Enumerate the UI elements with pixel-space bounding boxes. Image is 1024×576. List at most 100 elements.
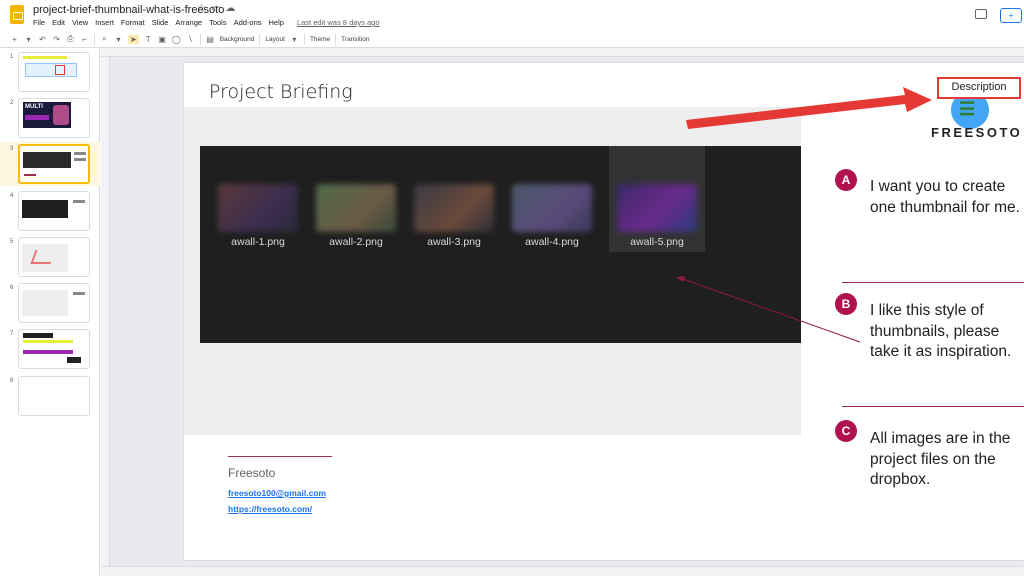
slide-preview[interactable] [18, 329, 90, 369]
slide-preview[interactable] [18, 52, 90, 92]
slide-thumbnail[interactable]: 4 [0, 189, 100, 233]
file-name: awall-1.png [231, 236, 285, 248]
menu-format[interactable]: Format [121, 18, 145, 27]
present-button[interactable]: + [1000, 8, 1022, 23]
slide-thumbnail[interactable]: 2 MULTI [0, 96, 100, 140]
last-edit-link[interactable]: Last edit was 8 days ago [297, 18, 380, 27]
slide-thumbnail[interactable]: 5 [0, 235, 100, 279]
slide-thumbnail[interactable]: 6 [0, 281, 100, 325]
select-cursor-icon[interactable]: ➤ [128, 34, 139, 44]
image-icon[interactable]: ▣ [158, 35, 167, 44]
add-comment-icon[interactable]: ▤ [206, 35, 215, 44]
slide2-word: MULTI [25, 104, 43, 110]
document-title[interactable]: project-brief-thumbnail-what-is-freesoto [33, 4, 224, 16]
zoom-icon[interactable]: ⌕ [100, 34, 109, 44]
slide-title[interactable]: Project Briefing [209, 81, 353, 103]
footer-divider [228, 456, 332, 457]
shape-icon[interactable]: ◯ [172, 35, 181, 44]
menu-addons[interactable]: Add-ons [234, 18, 262, 27]
menu-edit[interactable]: Edit [52, 18, 65, 27]
footer-name[interactable]: Freesoto [228, 466, 275, 480]
slide-number: 2 [10, 100, 14, 106]
toolbar-divider [335, 33, 337, 45]
chevron-down-icon[interactable]: ▾ [24, 35, 33, 44]
slide-canvas[interactable]: Project Briefing awall-1.png awall-2.png… [184, 63, 1024, 560]
freesoto-logo-icon: ☰ [959, 99, 976, 119]
slide-preview[interactable] [18, 376, 90, 416]
slide-thumbnail[interactable]: 8 [0, 374, 100, 418]
footer-email-link[interactable]: freesoto100@gmail.com [228, 488, 326, 498]
slides-logo-icon[interactable] [10, 5, 24, 24]
slide-number: 6 [10, 285, 14, 291]
comment-history-icon[interactable] [975, 9, 987, 19]
point-divider [842, 406, 1024, 407]
slide-thumbnail[interactable]: 1 [0, 50, 100, 94]
menu-tools[interactable]: Tools [209, 18, 227, 27]
text-box-icon[interactable]: T [144, 35, 153, 44]
chevron-down-icon[interactable]: ▾ [290, 35, 299, 44]
menu-arrange[interactable]: Arrange [175, 18, 202, 27]
file-thumbnail [617, 184, 697, 232]
file-tile-selected: awall-5.png [609, 146, 705, 252]
new-slide-icon[interactable]: + [10, 35, 19, 44]
footer-website-link[interactable]: https://freesoto.com/ [228, 504, 312, 514]
file-browser-screenshot[interactable]: awall-1.png awall-2.png awall-3.png awal… [200, 146, 801, 343]
slide-number: 1 [10, 54, 14, 60]
point-text-a[interactable]: I want you to create one thumbnail for m… [870, 177, 1024, 218]
file-tile: awall-2.png [308, 146, 404, 252]
file-tile: awall-4.png [504, 146, 600, 252]
slide-number: 8 [10, 378, 14, 384]
print-icon[interactable]: ⎙ [66, 34, 75, 44]
vertical-ruler[interactable] [101, 57, 110, 576]
menu-insert[interactable]: Insert [95, 18, 114, 27]
move-folder-icon[interactable]: ▭ [211, 3, 220, 14]
slide-preview[interactable] [18, 144, 90, 184]
slide-thumbnail-active[interactable]: 3 [0, 142, 100, 186]
file-name: awall-4.png [525, 236, 579, 248]
toolbar: + ▾ ↶ ↷ ⎙ ⌐ ⌕ ▾ ➤ T ▣ ◯ ∖ ▤ Background L… [0, 31, 1024, 48]
menu-bar: File Edit View Insert Format Slide Arran… [33, 18, 380, 27]
layout-button[interactable]: Layout [265, 36, 285, 43]
menu-file[interactable]: File [33, 18, 45, 27]
chevron-down-icon[interactable]: ▾ [114, 35, 123, 44]
toolbar-divider [94, 33, 95, 45]
point-divider [842, 282, 1024, 283]
file-thumbnail [512, 184, 592, 232]
undo-icon[interactable]: ↶ [38, 35, 47, 44]
star-icon[interactable]: ☆ [197, 3, 206, 14]
file-name: awall-2.png [329, 236, 383, 248]
horizontal-ruler[interactable] [101, 48, 1024, 57]
slide-number: 7 [10, 331, 14, 337]
point-badge-c: C [835, 420, 857, 442]
slide-preview[interactable]: MULTI [18, 98, 90, 138]
menu-view[interactable]: View [72, 18, 88, 27]
file-name: awall-3.png [427, 236, 481, 248]
description-label-box[interactable]: Description [937, 77, 1021, 99]
slide-number: 4 [10, 193, 14, 199]
menu-help[interactable]: Help [269, 18, 284, 27]
background-button[interactable]: Background [220, 36, 255, 43]
toolbar-divider [259, 33, 261, 45]
point-badge-a: A [835, 169, 857, 191]
file-tile: awall-3.png [406, 146, 502, 252]
file-tile: awall-1.png [210, 146, 306, 252]
line-icon[interactable]: ∖ [186, 35, 195, 44]
canvas-horizontal-scrollbar[interactable] [101, 566, 1024, 576]
point-text-c[interactable]: All images are in the project files on t… [870, 429, 1024, 491]
slide-preview[interactable] [18, 237, 90, 277]
paint-format-icon[interactable]: ⌐ [80, 35, 89, 44]
toolbar-divider [303, 33, 305, 45]
slide-preview[interactable] [18, 191, 90, 231]
slide-number: 3 [10, 146, 14, 152]
slide-thumbnail[interactable]: 7 [0, 327, 100, 371]
point-text-b[interactable]: I like this style of thumbnails, please … [870, 301, 1024, 363]
file-thumbnail [218, 184, 298, 232]
menu-slide[interactable]: Slide [152, 18, 169, 27]
theme-button[interactable]: Theme [310, 36, 330, 43]
slide-preview[interactable] [18, 283, 90, 323]
cloud-status-icon[interactable]: ☁ [225, 3, 235, 14]
redo-icon[interactable]: ↷ [52, 35, 61, 44]
transition-button[interactable]: Transition [341, 36, 369, 43]
point-badge-b: B [835, 293, 857, 315]
slide-filmstrip[interactable]: 1 2 MULTI 3 4 5 6 7 8 [0, 48, 100, 576]
